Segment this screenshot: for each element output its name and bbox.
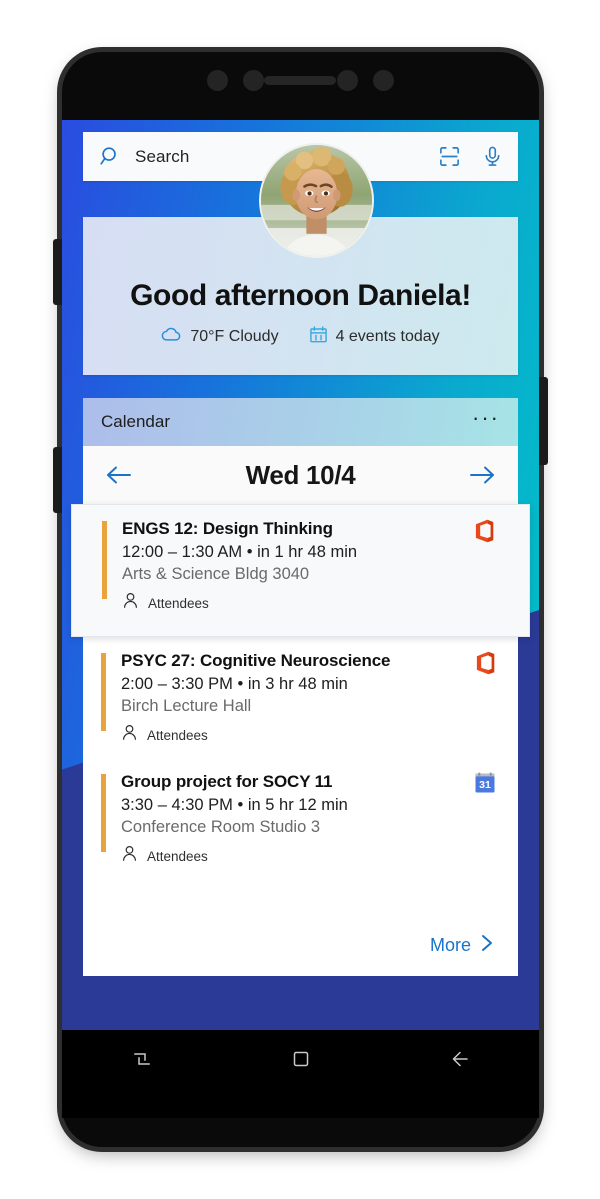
event-title: Group project for SOCY 11: [121, 772, 333, 791]
cloud-icon: [161, 326, 182, 348]
weather-status: 70°F Cloudy: [161, 326, 279, 348]
calendar-icon: [309, 325, 328, 349]
chevron-right-icon: [480, 933, 494, 958]
event-attendees[interactable]: Attendees: [121, 845, 500, 867]
date-navigation: Wed 10/4: [83, 446, 518, 504]
calendar-module-title: Calendar: [101, 412, 170, 431]
event-accent-bar: [102, 521, 107, 599]
power-button[interactable]: [539, 377, 548, 465]
event-attendees-label: Attendees: [147, 848, 208, 864]
person-icon: [122, 592, 139, 614]
event-location: Birch Lecture Hall: [121, 697, 252, 715]
office-icon: [474, 519, 495, 548]
previous-day-arrow-icon[interactable]: [105, 464, 133, 486]
event-attendees[interactable]: Attendees: [121, 724, 500, 746]
event-list-item[interactable]: ENGS 12: Design Thinking 12:00 – 1:30 AM…: [71, 504, 530, 637]
front-camera-icon: [243, 70, 264, 91]
person-icon: [121, 724, 138, 746]
event-attendees[interactable]: Attendees: [122, 592, 499, 614]
iris-scanner-icon: [373, 70, 394, 91]
event-time: 2:00 – 3:30 PM • in 3 hr 48 min: [121, 675, 348, 693]
volume-down-button[interactable]: [53, 447, 62, 513]
calendar-panel: Wed 10/4 ENGS 12: Design Thinking 12:00 …: [71, 446, 530, 976]
event-accent-bar: [101, 653, 106, 731]
events-today-status: 4 events today: [309, 325, 440, 349]
calendar-module-header: Calendar ···: [83, 398, 518, 446]
google-calendar-icon: 31: [474, 772, 496, 799]
back-button[interactable]: [430, 1046, 490, 1072]
sensor-dot-icon: [207, 70, 228, 91]
event-time: 3:30 – 4:30 PM • in 5 hr 12 min: [121, 796, 348, 814]
weather-text: 70°F Cloudy: [190, 328, 279, 345]
event-title: ENGS 12: Design Thinking: [122, 519, 333, 538]
phone-screen: Search Good afternoon Daniela! 70°F Clou…: [62, 120, 539, 1030]
avatar-photo: [261, 145, 372, 256]
phone-top-bezel: [62, 52, 539, 120]
more-link[interactable]: More: [83, 933, 518, 976]
avatar[interactable]: [259, 143, 374, 258]
proximity-sensor-icon: [337, 70, 358, 91]
more-label: More: [429, 935, 471, 955]
scan-icon[interactable]: [438, 145, 461, 168]
greeting-meta: 70°F Cloudy 4 events today: [83, 325, 518, 349]
greeting-card: Good afternoon Daniela! 70°F Cloudy 4 ev…: [83, 143, 518, 375]
event-title: PSYC 27: Cognitive Neuroscience: [121, 651, 391, 670]
recents-button[interactable]: [112, 1046, 172, 1072]
event-list: ENGS 12: Design Thinking 12:00 – 1:30 AM…: [71, 504, 530, 879]
event-time: 12:00 – 1:30 AM • in 1 hr 48 min: [122, 543, 358, 561]
overflow-menu-icon[interactable]: ···: [472, 407, 500, 431]
search-icon: [99, 145, 122, 168]
event-attendees-label: Attendees: [147, 727, 208, 743]
event-location: Arts & Science Bldg 3040: [122, 565, 310, 583]
next-day-arrow-icon[interactable]: [468, 464, 496, 486]
volume-up-button[interactable]: [53, 239, 62, 305]
event-accent-bar: [101, 774, 106, 852]
current-date-label: Wed 10/4: [245, 459, 356, 490]
greeting-title: Good afternoon Daniela!: [130, 279, 471, 312]
event-location: Conference Room Studio 3: [121, 818, 321, 836]
android-navigation-bar: [62, 1030, 539, 1118]
office-icon: [475, 651, 496, 680]
events-today-text: 4 events today: [335, 328, 440, 345]
home-button[interactable]: [271, 1046, 331, 1072]
event-list-item[interactable]: Group project for SOCY 11 3:30 – 4:30 PM…: [83, 758, 518, 879]
event-attendees-label: Attendees: [148, 595, 209, 611]
person-icon: [121, 845, 138, 867]
event-list-item[interactable]: PSYC 27: Cognitive Neuroscience 2:00 – 3…: [83, 637, 518, 758]
svg-text:31: 31: [479, 779, 491, 791]
phone-frame: Search Good afternoon Daniela! 70°F Clou…: [53, 52, 548, 1147]
earpiece-speaker: [264, 76, 336, 85]
microphone-icon[interactable]: [481, 145, 504, 168]
